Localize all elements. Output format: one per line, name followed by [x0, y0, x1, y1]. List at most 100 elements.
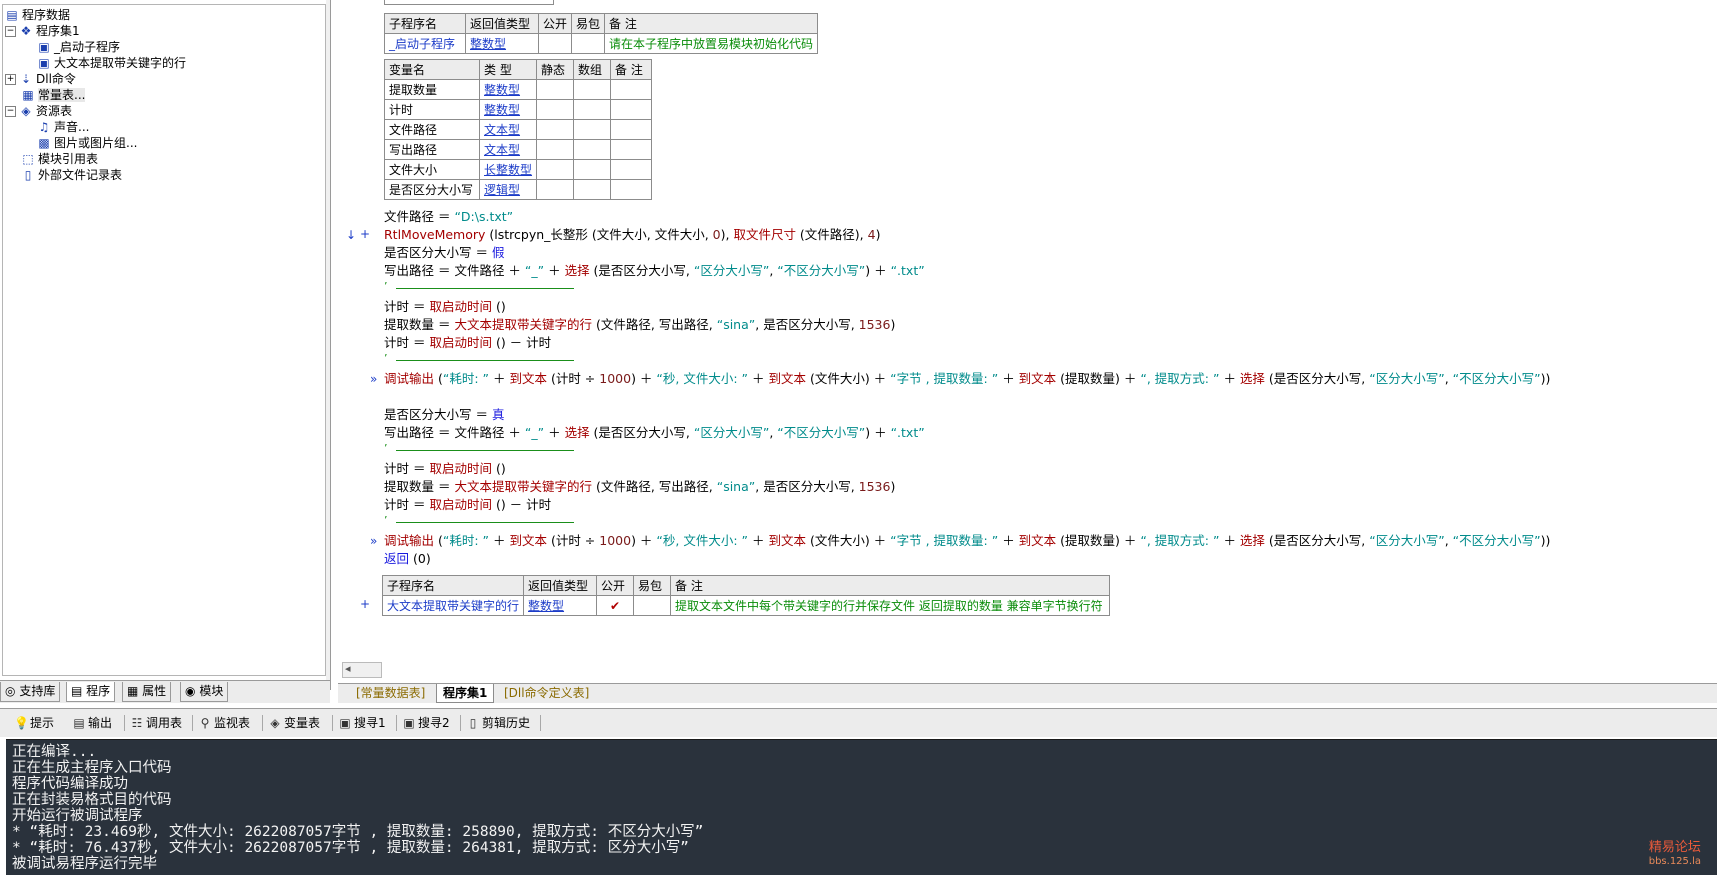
- table-row[interactable]: 文件大小 长整数型: [384, 159, 653, 180]
- public-cell[interactable]: [537, 33, 573, 54]
- code-line[interactable]: 返回 (0): [384, 550, 431, 568]
- sound-icon: ♫: [38, 120, 50, 134]
- sub-declaration-table[interactable]: 子程序名 返回值类型 公开 易包 备 注 大文本提取带关键字的行 整数型 ✔ 提…: [381, 575, 1111, 616]
- note-cell[interactable]: 提取文本文件中每个带关键字的行并保存文件 返回提取的数量 兼容单字节换行符: [670, 595, 1111, 616]
- code-line[interactable]: 计时 ＝ 取启动时间 () － 计时: [384, 496, 551, 514]
- breakpoint-arrow-icon[interactable]: »: [370, 534, 377, 548]
- tree-item-startup-sub[interactable]: ▣ _启动子程序: [37, 39, 120, 55]
- tab-support-library[interactable]: ◎ 支持库: [0, 682, 61, 702]
- breakpoint-arrow-icon[interactable]: »: [370, 372, 377, 386]
- col-var-name: 变量名: [384, 59, 480, 80]
- public-check-icon[interactable]: ✔: [596, 595, 635, 616]
- tree-item-module-ref[interactable]: ⬚ 模块引用表: [21, 151, 98, 167]
- sub-declaration-table[interactable]: 子程序名 返回值类型 公开 易包 备 注 _启动子程序 整数型 请在本子程序中放…: [384, 13, 819, 54]
- tab-output[interactable]: ▤ 输出: [72, 713, 112, 733]
- tree-item-constants[interactable]: ▦ 常量表...: [21, 87, 86, 103]
- comment-marker: ’: [384, 442, 388, 455]
- table-row[interactable]: 提取数量 整数型: [384, 79, 653, 100]
- tab-dll-definitions[interactable]: [Dll命令定义表]: [498, 684, 595, 702]
- col-var-type: 类 型: [478, 59, 538, 80]
- expand-plus-icon[interactable]: +: [360, 597, 370, 611]
- tree-item-resources[interactable]: − ◈ 资源表: [5, 103, 72, 119]
- table-row[interactable]: 文件路径 文本型: [384, 119, 653, 140]
- code-line[interactable]: 写出路径 ＝ 文件路径 ＋ “_” ＋ 选择 (是否区分大小写, “区分大小写”…: [384, 424, 925, 442]
- tree-item-dll[interactable]: + ⇣ Dll命令: [5, 71, 76, 87]
- tab-variable-table[interactable]: ◈ 变量表: [268, 713, 320, 733]
- code-line[interactable]: 提取数量 ＝ 大文本提取带关键字的行 (文件路径, 写出路径, “sina”, …: [384, 478, 895, 496]
- constant-icon: ▦: [22, 88, 34, 102]
- tab-watch-table[interactable]: ⚲ 监视表: [198, 713, 250, 733]
- program-icon: ▤: [71, 684, 83, 698]
- col-note: 备 注: [670, 575, 1111, 596]
- tree-root[interactable]: ▤ 程序数据: [5, 7, 70, 23]
- tab-program[interactable]: ▤ 程序: [66, 682, 116, 702]
- code-line[interactable]: 提取数量 ＝ 大文本提取带关键字的行 (文件路径, 写出路径, “sina”, …: [384, 316, 895, 334]
- table-row[interactable]: 计时 整数型: [384, 99, 653, 120]
- tab-properties[interactable]: ▦ 属性: [122, 682, 172, 702]
- code-line[interactable]: 是否区分大小写 ＝ 真: [384, 406, 504, 424]
- separator-line: [396, 360, 574, 361]
- tab-clip-history[interactable]: ▯ 剪辑历史: [466, 713, 530, 733]
- document-tab-bar: [常量数据表] 程序集1 [Dll命令定义表]: [338, 683, 1717, 703]
- editor-horizontal-scrollbar[interactable]: ◂: [342, 662, 382, 678]
- resource-icon: ◈: [21, 104, 31, 118]
- console-line: 正在封装易格式目的代码: [12, 792, 172, 808]
- scroll-left-icon[interactable]: ◂: [345, 662, 351, 675]
- code-line[interactable]: 计时 ＝ 取启动时间 () － 计时: [384, 334, 551, 352]
- package-cell[interactable]: [571, 33, 606, 54]
- sub-name-cell[interactable]: _启动子程序: [384, 33, 466, 54]
- tab-hint[interactable]: 💡提示: [14, 713, 54, 733]
- module-tab-icon: ◉: [185, 684, 196, 698]
- toolbar-separator: [540, 715, 541, 731]
- tree-item-images[interactable]: ▩ 图片或图片组...: [37, 135, 137, 151]
- code-editor[interactable]: ↓ + » » + 子程序名 返回值类型 公开 易包 备 注 _启动子程序 整数…: [336, 0, 1717, 662]
- tree-item-external-files[interactable]: ▯ 外部文件记录表: [21, 167, 122, 183]
- col-return-type: 返回值类型: [523, 575, 598, 596]
- module-ref-icon: ⬚: [22, 152, 34, 166]
- expand-toggle[interactable]: +: [5, 74, 16, 85]
- code-line[interactable]: 调试输出 (“耗时: ” ＋ 到文本 (计时 ÷ 1000) ＋ “秒, 文件大…: [384, 370, 1550, 388]
- note-cell[interactable]: 请在本子程序中放置易模块初始化代码: [604, 33, 819, 54]
- hint-icon: 💡: [14, 716, 29, 730]
- table-row[interactable]: 是否区分大小写 逻辑型: [384, 179, 653, 200]
- code-line[interactable]: 调试输出 (“耗时: ” ＋ 到文本 (计时 ÷ 1000) ＋ “秒, 文件大…: [384, 532, 1550, 550]
- return-type-cell[interactable]: 整数型: [523, 595, 598, 616]
- code-line[interactable]: 计时 ＝ 取启动时间 (): [384, 298, 506, 316]
- tab-search-2[interactable]: ▣ 搜寻2: [402, 713, 449, 733]
- expand-plus-icon[interactable]: +: [360, 227, 370, 241]
- separator-line: [396, 288, 574, 289]
- package-cell[interactable]: [633, 595, 672, 616]
- console-line: * “耗时: 76.437秒, 文件大小: 2622087057字节 , 提取数…: [12, 840, 689, 856]
- code-line[interactable]: RtlMoveMemory (lstrcpyn_长整形 (文件大小, 文件大小,…: [384, 226, 880, 244]
- code-line[interactable]: 计时 ＝ 取启动时间 (): [384, 460, 506, 478]
- tree-item-extract-sub[interactable]: ▣ 大文本提取带关键字的行: [37, 55, 186, 71]
- col-public: 公开: [596, 575, 635, 596]
- tab-module-1[interactable]: 程序集1: [436, 684, 495, 703]
- tree-item-sound[interactable]: ♫ 声音...: [37, 119, 90, 135]
- watch-icon: ⚲: [200, 716, 210, 730]
- project-tree[interactable]: ▤ 程序数据 − ❖ 程序集1 ▣ _启动子程序 ▣ 大文本提取带关键字的行 + ⇣ Dll命…: [2, 4, 326, 676]
- tab-modules[interactable]: ◉ 模块: [180, 682, 229, 702]
- console-line: 正在编译...: [12, 744, 97, 760]
- collapse-toggle[interactable]: −: [5, 106, 16, 117]
- code-line[interactable]: 文件路径 ＝ “D:\s.txt”: [384, 208, 513, 226]
- tab-call-table[interactable]: ☷ 调用表: [130, 713, 182, 733]
- code-line[interactable]: 写出路径 ＝ 文件路径 ＋ “_” ＋ 选择 (是否区分大小写, “区分大小写”…: [384, 262, 925, 280]
- tree-item-module[interactable]: − ❖ 程序集1: [5, 23, 80, 39]
- console-line: 被调试易程序运行完毕: [12, 856, 157, 872]
- table-row[interactable]: 写出路径 文本型: [384, 139, 653, 160]
- tab-search-1[interactable]: ▣ 搜寻1: [338, 713, 385, 733]
- return-type-cell[interactable]: 整数型: [465, 33, 539, 54]
- col-sub-name: 子程序名: [384, 13, 466, 34]
- collapse-toggle[interactable]: −: [5, 26, 16, 37]
- local-variable-table[interactable]: 变量名 类 型 静态 数组 备 注 提取数量 整数型 计时 整数型 文件路径 文本型 …: [384, 59, 653, 200]
- left-scrollbar[interactable]: [326, 0, 330, 690]
- comment-marker: ’: [384, 352, 388, 365]
- sub-name-cell[interactable]: 大文本提取带关键字的行: [381, 595, 525, 616]
- tab-constant-table[interactable]: [常量数据表]: [350, 684, 431, 702]
- output-console[interactable]: 正在编译... 正在生成主程序入口代码 程序代码编译成功 正在封装易格式目的代码…: [6, 739, 1717, 875]
- code-line[interactable]: 是否区分大小写 ＝ 假: [384, 244, 504, 262]
- partial-table-edge: [384, 0, 554, 5]
- sub-icon: ▣: [38, 40, 50, 54]
- left-tab-bar: ◎ 支持库 ▤ 程序 ▦ 属性 ◉ 模块: [0, 680, 330, 703]
